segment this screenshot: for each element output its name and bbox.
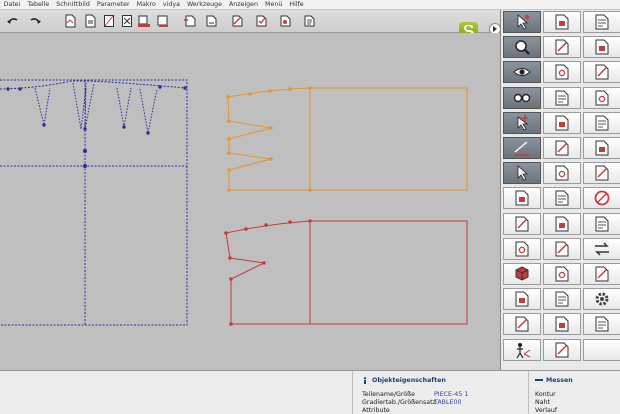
piece-list-icon[interactable]: [503, 288, 541, 310]
menu-hilfe[interactable]: Hilfe: [286, 0, 307, 9]
piece-copy-icon[interactable]: [583, 11, 620, 33]
pattern-piece-orange[interactable]: [226, 86, 468, 192]
dart-icon[interactable]: [543, 87, 581, 109]
kontur-label: Kontur: [535, 391, 556, 398]
export-icon[interactable]: [301, 13, 317, 29]
redo-icon[interactable]: [27, 13, 43, 29]
piece-measure-icon[interactable]: [543, 238, 581, 260]
pointer-star-icon[interactable]: [503, 112, 541, 134]
pattern-piece-red[interactable]: [224, 219, 468, 326]
piece-network-icon[interactable]: [543, 213, 581, 235]
messen-header: Messen: [546, 377, 573, 384]
piece-split-icon[interactable]: [583, 112, 620, 134]
pattern-piece-blue[interactable]: [0, 79, 188, 326]
menu-tabelle[interactable]: Tabelle: [24, 0, 53, 9]
cube-icon[interactable]: [503, 263, 541, 285]
grade-icon[interactable]: [101, 13, 117, 29]
menu-schnittbild[interactable]: Schnittbild: [53, 0, 94, 9]
piece-pattern-icon[interactable]: [583, 313, 620, 335]
paste-icon[interactable]: [203, 13, 219, 29]
status-divider: [352, 371, 353, 414]
print-icon[interactable]: [136, 13, 152, 29]
check-icon[interactable]: [253, 13, 269, 29]
status-divider: [528, 371, 529, 414]
piece-move-icon[interactable]: [543, 339, 581, 361]
ruler-pencil-icon[interactable]: [543, 11, 581, 33]
piece-sheet-icon[interactable]: [583, 213, 620, 235]
menu-parameter[interactable]: Parameter: [93, 0, 133, 9]
draw-line-icon[interactable]: [503, 137, 541, 159]
figure-icon[interactable]: [503, 339, 541, 361]
piece-cut-icon[interactable]: [543, 162, 581, 184]
objekteigenschaften-header: Objekteigenschaften: [372, 377, 446, 384]
main-toolbar: [0, 10, 501, 39]
cut-icon[interactable]: [119, 13, 135, 29]
info-icon: [362, 377, 368, 384]
menu-makro[interactable]: Makro: [133, 0, 159, 9]
teilename-value: PIECE-45 1: [434, 391, 469, 398]
gear-icon[interactable]: [583, 288, 620, 310]
piece-stack-icon[interactable]: [543, 288, 581, 310]
menu-vidya[interactable]: vidya: [159, 0, 183, 9]
menu-datei[interactable]: Datei: [0, 0, 24, 9]
select-piece-icon[interactable]: [503, 162, 541, 184]
sewing-machine-icon[interactable]: [543, 137, 581, 159]
piece-multi-icon[interactable]: [583, 61, 620, 83]
piece-join-icon[interactable]: [503, 213, 541, 235]
menu-bar: Datei Tabelle Schnittbild Parameter Makr…: [0, 0, 620, 10]
piece-edit-icon[interactable]: [543, 187, 581, 209]
swap-arrows-icon[interactable]: [583, 238, 620, 260]
piece-pin-icon[interactable]: [543, 313, 581, 335]
menu-werkzeuge[interactable]: Werkzeuge: [183, 0, 225, 9]
piece-view-icon[interactable]: [503, 313, 541, 335]
measure-icon[interactable]: [229, 13, 245, 29]
piece-corner-icon[interactable]: [503, 238, 541, 260]
piece-layer-icon[interactable]: [583, 36, 620, 58]
piece-rotate-icon[interactable]: [583, 137, 620, 159]
pattern-canvas[interactable]: [0, 33, 500, 370]
menu-menu[interactable]: Menü: [262, 0, 286, 9]
piece-fold-icon[interactable]: [583, 162, 620, 184]
menu-anzeigen[interactable]: Anzeigen: [225, 0, 261, 9]
status-bar: Objekteigenschaften Teilename/Größe PIEC…: [0, 370, 620, 414]
plot-icon[interactable]: [155, 13, 171, 29]
gradiertab-label: Gradiertab./Größensatz: [362, 399, 436, 406]
view-eye-icon[interactable]: [503, 61, 541, 83]
undo-icon[interactable]: [5, 13, 21, 29]
piece-grade-icon[interactable]: [543, 61, 581, 83]
minus-icon: [535, 379, 543, 381]
glasses-icon[interactable]: [503, 87, 541, 109]
piece-mirror-icon[interactable]: [583, 263, 620, 285]
zoom-icon[interactable]: [503, 36, 541, 58]
blank-tool[interactable]: [583, 339, 620, 361]
select-arrow-icon[interactable]: [503, 11, 541, 33]
piece-flip-icon[interactable]: [583, 87, 620, 109]
piece-seam-icon[interactable]: [543, 263, 581, 285]
piece-delete-icon[interactable]: [503, 187, 541, 209]
sew-icon[interactable]: [543, 36, 581, 58]
book-icon[interactable]: [543, 112, 581, 134]
tool-panel: [500, 10, 620, 370]
settings-icon[interactable]: [277, 13, 293, 29]
open-file-icon[interactable]: [62, 13, 78, 29]
copy-icon[interactable]: [182, 13, 198, 29]
teilename-label: Teilename/Größe: [362, 391, 416, 398]
piece-circle-icon[interactable]: [583, 187, 620, 209]
gradiertab-value: TABLE00: [434, 399, 462, 406]
save-file-icon[interactable]: [82, 13, 98, 29]
naht-label: Naht: [535, 399, 551, 406]
